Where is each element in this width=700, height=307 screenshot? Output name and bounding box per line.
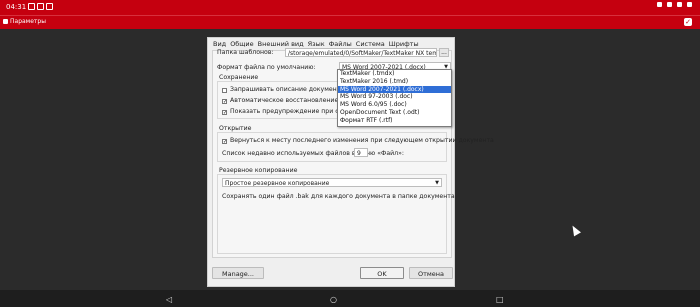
format-option-selected[interactable]: MS Word 2007-2021 (.docx) xyxy=(338,85,451,94)
format-option[interactable]: Формат RTF (.rtf) xyxy=(338,117,451,125)
return-last-edit-checkbox[interactable]: ✓ xyxy=(222,139,227,145)
format-option[interactable]: TextMaker 2016 (.tmd) xyxy=(338,78,451,86)
window-titlebar: Параметры ✓ xyxy=(0,15,700,29)
autorecover-checkbox[interactable]: ✓ xyxy=(222,99,227,105)
save-describe-checkbox[interactable] xyxy=(222,88,227,93)
manage-button[interactable]: Manage... xyxy=(212,267,264,279)
format-option[interactable]: MS Word 97-2003 (.doc) xyxy=(338,93,451,101)
opening-group: ✓ Вернуться к месту последнего изменения… xyxy=(217,132,494,162)
recents-nav-icon[interactable]: □ xyxy=(496,295,504,304)
android-nav-bar xyxy=(0,290,700,307)
templates-label: Папка шаблонов: xyxy=(217,49,274,56)
opening-section-title: Открытие xyxy=(219,125,252,132)
browse-button[interactable]: ... xyxy=(439,48,449,57)
backup-mode-select[interactable]: Простое резервное копирование ▼ xyxy=(222,178,442,187)
save-warning-checkbox[interactable]: ✓ xyxy=(222,110,227,116)
notification-icon xyxy=(37,3,44,10)
notification-icons xyxy=(28,3,53,10)
backup-section-title: Резервное копирование xyxy=(219,167,298,174)
tab-view[interactable]: Вид xyxy=(213,40,226,49)
recent-files-label: Список недавно используемых файлов в мен… xyxy=(222,150,404,157)
home-nav-icon[interactable]: ○ xyxy=(330,295,337,304)
chevron-down-icon: ▼ xyxy=(435,180,439,186)
saving-section-title: Сохранение xyxy=(219,74,259,81)
return-last-edit-label: Вернуться к месту последнего изменения п… xyxy=(230,137,494,144)
window-title: Параметры xyxy=(10,18,46,25)
status-time: 04:31 xyxy=(6,3,27,11)
cancel-button[interactable]: Отмена xyxy=(409,267,453,279)
format-dropdown-list[interactable]: TextMaker (.tmdx) TextMaker 2016 (.tmd) … xyxy=(337,69,452,127)
signal-icon xyxy=(667,2,672,7)
checkmark-icon[interactable]: ✓ xyxy=(684,18,692,26)
format-option[interactable]: OpenDocument Text (.odt) xyxy=(338,109,451,117)
battery-icon xyxy=(687,2,692,7)
signal-icon xyxy=(677,2,682,7)
format-option[interactable]: MS Word 6.0/95 (.doc) xyxy=(338,101,451,109)
mouse-cursor-icon xyxy=(569,223,581,237)
status-right-icons xyxy=(657,2,692,7)
backup-mode-value: Простое резервное копирование xyxy=(225,180,330,187)
status-bar: 04:31 xyxy=(0,0,700,15)
wifi-icon xyxy=(657,2,662,7)
ok-button[interactable]: OK xyxy=(360,267,404,279)
templates-path-field[interactable]: /storage/emulated/0/SoftMaker/TextMaker … xyxy=(285,48,437,57)
save-describe-label: Запрашивать описание документа пр xyxy=(230,86,355,93)
back-nav-icon[interactable]: ◁ xyxy=(166,295,172,304)
tab-general[interactable]: Общие xyxy=(230,40,253,49)
autorecover-label: Автоматическое восстановление: сох xyxy=(230,97,354,104)
notification-icon xyxy=(46,3,53,10)
default-format-label: Формат файла по умолчанию: xyxy=(217,64,316,71)
format-option[interactable]: TextMaker (.tmdx) xyxy=(338,70,451,78)
backup-group: Простое резервное копирование ▼ Сохранят… xyxy=(217,174,455,254)
recent-files-count-input[interactable]: 9 xyxy=(354,148,368,157)
app-icon xyxy=(3,19,8,24)
backup-description: Сохранять один файл .bak для каждого док… xyxy=(222,193,455,200)
notification-icon xyxy=(28,3,35,10)
